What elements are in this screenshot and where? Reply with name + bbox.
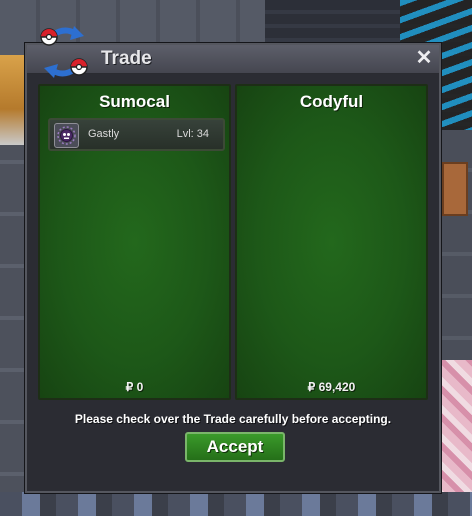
left-trader-name: Sumocal: [99, 92, 170, 111]
pokemon-name: Gastly: [88, 128, 120, 140]
background-floor-bottom: [0, 492, 472, 516]
background-cabinet: [442, 162, 468, 216]
right-trader-money: ₽ 69,420: [307, 380, 356, 394]
close-icon[interactable]: ✕: [413, 47, 435, 69]
accept-button[interactable]: Accept: [185, 432, 285, 462]
trade-logo-icon: [40, 26, 88, 78]
trade-panels: Sumocal Gastly Lvl: 34 ₽ 0 Codyful ₽ 69,…: [36, 84, 430, 402]
gastly-icon: [54, 123, 79, 148]
right-trader-name: Codyful: [299, 92, 364, 111]
offered-pokemon-slot[interactable]: Gastly Lvl: 34: [48, 118, 225, 151]
trade-window: Trade ✕ Sumocal Gastly Lvl: 34 ₽ 0 Codyf…: [25, 43, 441, 493]
trade-notice: Please check over the Trade carefully be…: [74, 412, 392, 426]
right-trader-panel: Codyful ₽ 69,420: [235, 84, 428, 400]
left-trader-money: ₽ 0: [125, 380, 144, 394]
pokemon-level: Lvl: 34: [176, 128, 209, 140]
left-trader-panel: Sumocal Gastly Lvl: 34 ₽ 0: [38, 84, 231, 400]
window-title: Trade: [101, 48, 152, 69]
